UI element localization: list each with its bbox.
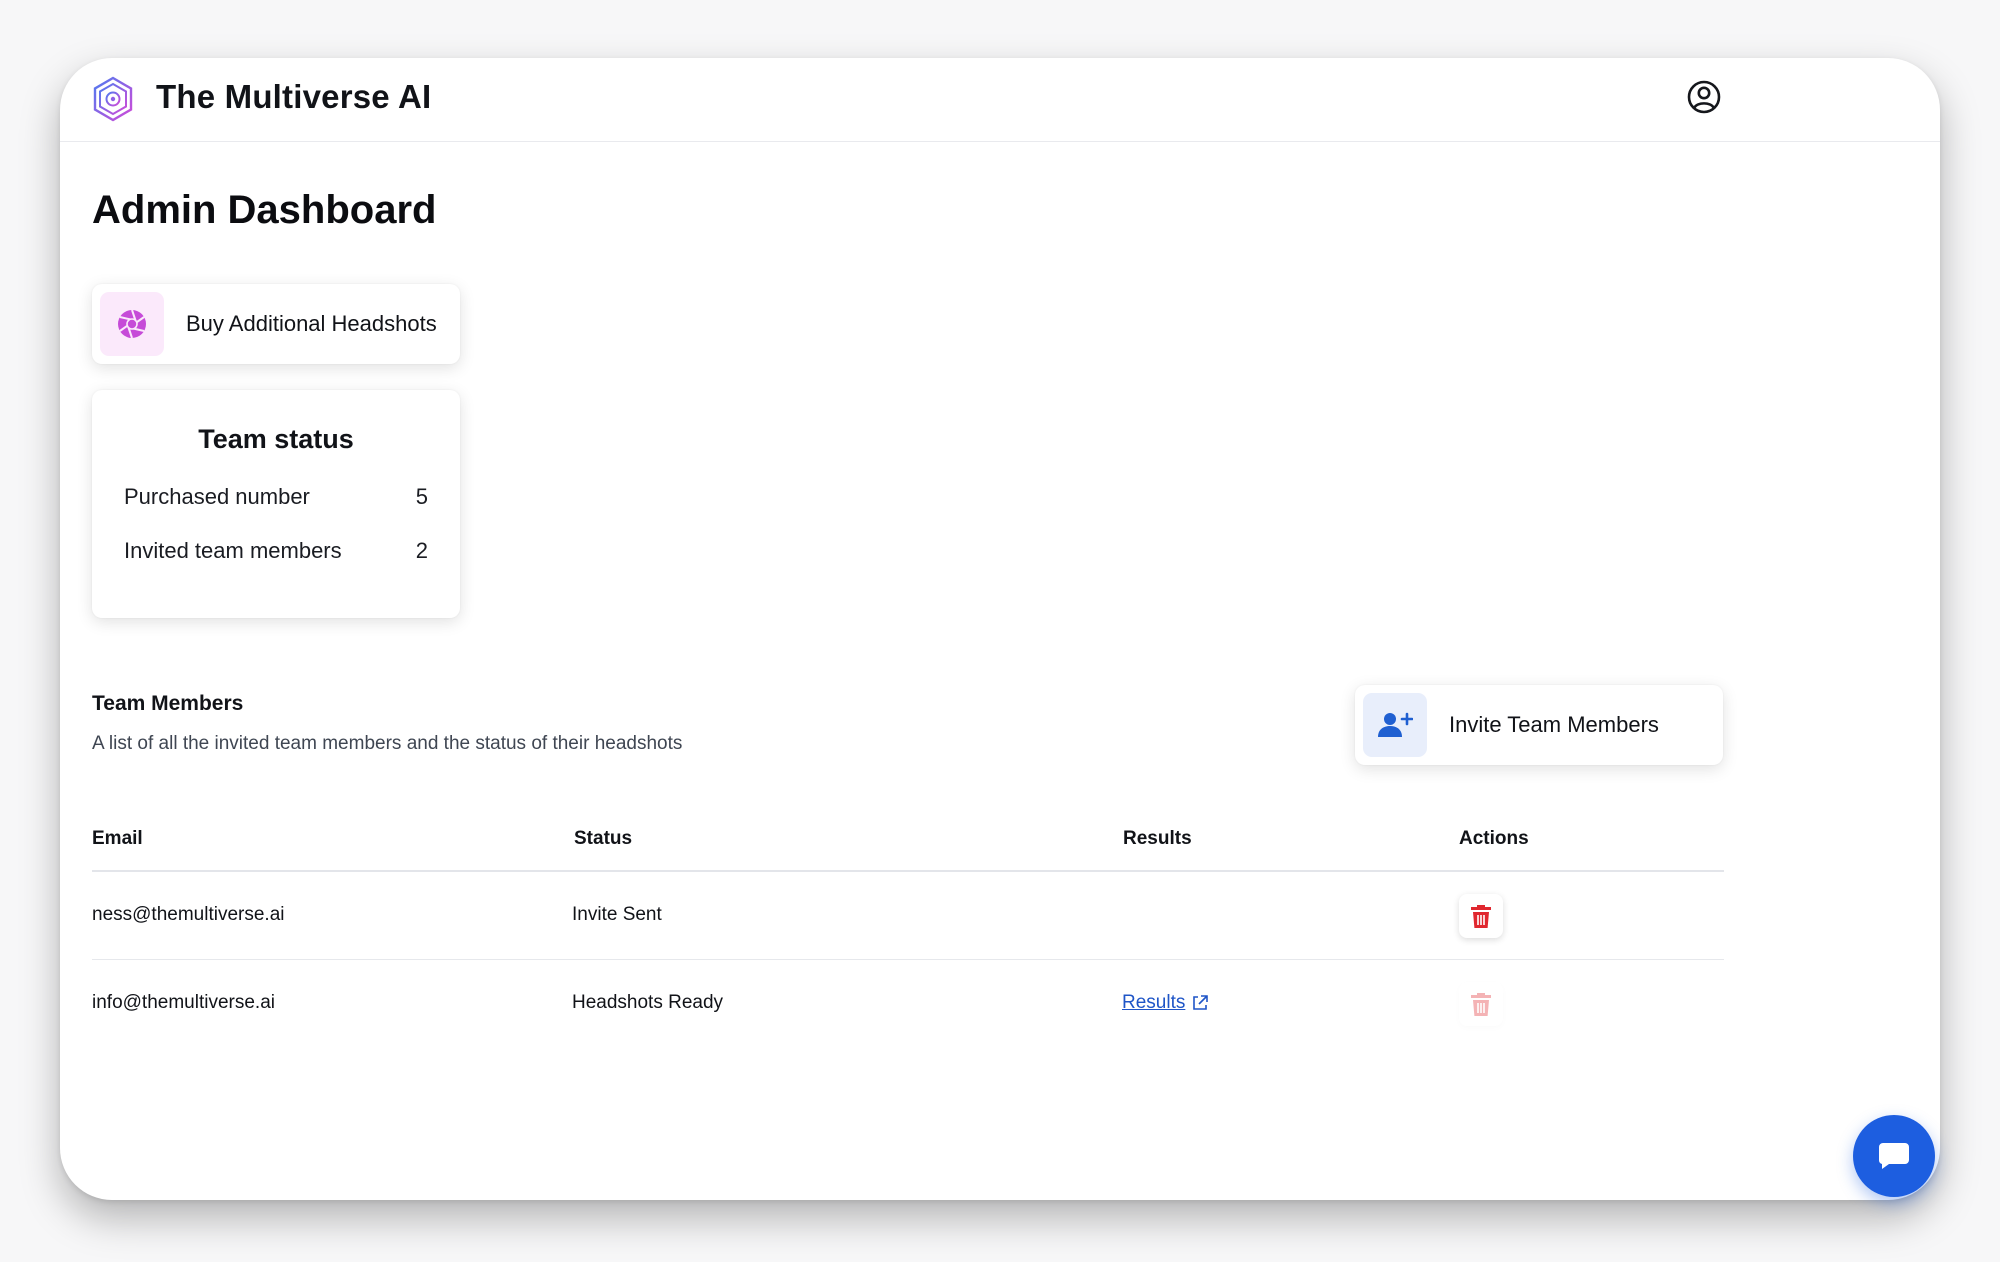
results-link-label: Results: [1122, 992, 1186, 1013]
stat-label: Invited team members: [124, 538, 342, 563]
top-bar: The Multiverse AI: [60, 58, 1940, 142]
delete-button[interactable]: [1459, 894, 1503, 938]
user-circle-icon[interactable]: [1687, 80, 1721, 114]
purchased-number-row: Purchased number 5: [124, 484, 428, 510]
page-title: Admin Dashboard: [92, 188, 437, 232]
app-window: The Multiverse AI Admin Dashboard Buy Ad…: [60, 58, 1940, 1200]
stat-label: Purchased number: [124, 484, 310, 509]
external-link-icon: [1193, 995, 1209, 1010]
chat-button[interactable]: [1853, 1115, 1935, 1197]
trash-icon: [1471, 993, 1491, 1016]
stat-value: 2: [415, 538, 428, 563]
col-header-actions: Actions: [1459, 828, 1529, 849]
team-members-title: Team Members: [92, 692, 244, 715]
invite-icon-tile: [1363, 693, 1427, 757]
status-cell: Headshots Ready: [572, 992, 724, 1013]
trash-icon: [1471, 905, 1491, 928]
team-status-title: Team status: [198, 424, 354, 454]
status-cell: Invite Sent: [572, 904, 662, 925]
stat-value: 5: [415, 484, 428, 509]
email-cell: ness@themultiverse.ai: [92, 904, 285, 925]
invite-button-label: Invite Team Members: [1449, 712, 1659, 737]
chat-bubble-icon: [1878, 1143, 1909, 1169]
buy-additional-headshots-button[interactable]: Buy Additional Headshots: [92, 284, 460, 364]
buy-icon-tile: [100, 292, 164, 356]
camera-aperture-icon: [118, 309, 146, 339]
team-status-card: Team status Purchased number 5 Invited t…: [92, 390, 460, 618]
delete-button-disabled[interactable]: [1459, 982, 1503, 1026]
col-header-email: Email: [92, 828, 143, 849]
invited-members-row: Invited team members 2: [124, 538, 428, 564]
email-cell: info@themultiverse.ai: [92, 992, 275, 1013]
table-row: ness@themultiverse.ai Invite Sent: [92, 872, 1724, 960]
results-link[interactable]: Results: [1122, 992, 1209, 1014]
table-row: info@themultiverse.ai Headshots Ready Re…: [92, 960, 1724, 1048]
user-plus-icon: [1378, 712, 1413, 737]
team-members-description: A list of all the invited team members a…: [92, 733, 683, 754]
col-header-status: Status: [574, 828, 633, 849]
brand-name: The Multiverse AI: [156, 78, 432, 115]
multiverse-logo-icon[interactable]: [90, 76, 136, 122]
col-header-results: Results: [1123, 828, 1192, 849]
buy-button-label: Buy Additional Headshots: [186, 311, 437, 336]
invite-team-members-button[interactable]: Invite Team Members: [1355, 685, 1723, 765]
